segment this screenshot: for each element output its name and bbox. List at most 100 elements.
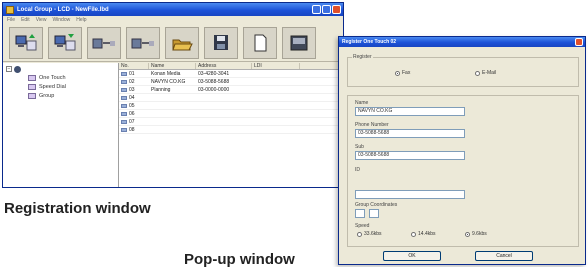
- new-button[interactable]: [243, 26, 277, 59]
- transfer-button[interactable]: [87, 26, 121, 59]
- entry-icon: [121, 71, 127, 76]
- maximize-button[interactable]: [322, 5, 331, 14]
- sub-label: Sub: [355, 144, 364, 150]
- group-coordinate-y-field[interactable]: [369, 209, 379, 218]
- sub-field[interactable]: 03-5088-5688: [355, 151, 465, 160]
- save-button[interactable]: [204, 26, 238, 59]
- upload-button[interactable]: [9, 26, 43, 59]
- menu-edit[interactable]: Edit: [21, 17, 30, 23]
- table-row[interactable]: 03 Planning 03-0000-0000: [119, 86, 343, 94]
- name-label: Name: [355, 100, 369, 106]
- menu-window[interactable]: Window: [52, 17, 70, 23]
- speed-label: Speed: [355, 223, 370, 229]
- phone-field[interactable]: 03-5088-5688: [355, 129, 465, 138]
- table-row[interactable]: 05: [119, 102, 343, 110]
- row-number: 01: [129, 70, 135, 77]
- radio-speed-14-indicator[interactable]: [411, 231, 416, 237]
- open-button[interactable]: [165, 26, 199, 59]
- row-number: 05: [129, 102, 135, 109]
- entry-icon: [121, 87, 127, 92]
- row-address: 03-4280-3041: [198, 71, 230, 77]
- radio-fax-label: Fax: [402, 70, 411, 76]
- row-number: 07: [129, 118, 135, 125]
- menu-view[interactable]: View: [36, 17, 47, 23]
- radio-fax-indicator[interactable]: [395, 70, 400, 76]
- tree-root[interactable]: −: [6, 65, 115, 73]
- radio-email[interactable]: E-Mail: [475, 70, 496, 76]
- list-header: No. Name Address LDI: [119, 63, 343, 70]
- floppy-disk-icon: [214, 34, 228, 50]
- caption-popup-window: Pop-up window: [184, 251, 295, 267]
- table-row[interactable]: 08: [119, 126, 343, 134]
- radio-speed-33-label: 33.6kbs: [364, 231, 382, 237]
- radio-speed-9-label: 9.6kbs: [472, 231, 487, 237]
- table-row[interactable]: 01 Konan Media 03-4280-3041: [119, 70, 343, 78]
- entry-icon: [121, 119, 127, 124]
- row-number: 02: [129, 78, 135, 85]
- folder-open-icon: [172, 39, 193, 50]
- settings-button[interactable]: [282, 26, 316, 59]
- register-group: Register: [347, 54, 579, 87]
- title-bar: Local Group - LCD - NewFile.lbd: [3, 3, 343, 16]
- table-row[interactable]: 07: [119, 118, 343, 126]
- row-number: 06: [129, 110, 135, 117]
- address-list: No. Name Address LDI 01 Konan Media 03-4…: [119, 63, 343, 187]
- menu-help[interactable]: Help: [76, 17, 86, 23]
- row-address: 03-0000-0000: [198, 87, 230, 93]
- row-address: 03-5088-5688: [198, 79, 230, 85]
- column-header-ldi[interactable]: LDI: [252, 63, 300, 69]
- one-touch-icon: [28, 74, 36, 81]
- ok-button[interactable]: OK: [383, 251, 441, 261]
- registration-window: Local Group - LCD - NewFile.lbd File Edi…: [2, 2, 344, 188]
- tree-item-one-touch[interactable]: One Touch: [6, 73, 115, 82]
- download-button[interactable]: [48, 26, 82, 59]
- close-button[interactable]: [332, 5, 341, 14]
- app-icon: [6, 5, 14, 14]
- entry-icon: [121, 103, 127, 108]
- radio-email-indicator[interactable]: [475, 70, 480, 76]
- column-header-name[interactable]: Name: [149, 63, 196, 69]
- row-name: Planning: [151, 87, 171, 93]
- radio-speed-33[interactable]: 33.6kbs: [357, 231, 382, 237]
- name-field[interactable]: NAVYN CO.KG: [355, 107, 465, 116]
- popup-close-button[interactable]: [575, 38, 583, 46]
- menu-file[interactable]: File: [7, 17, 15, 23]
- cancel-button[interactable]: Cancel: [475, 251, 533, 261]
- minimize-button[interactable]: [312, 5, 321, 14]
- group-icon: [28, 92, 36, 99]
- group-coordinate-x-field[interactable]: [355, 209, 365, 218]
- table-row[interactable]: 04: [119, 94, 343, 102]
- collapse-icon[interactable]: −: [6, 66, 12, 72]
- tree-item-label: Speed Dial: [39, 83, 66, 90]
- radio-fax[interactable]: Fax: [395, 70, 410, 76]
- details-group: [347, 95, 579, 247]
- tree-item-label: Group: [39, 92, 55, 99]
- radio-speed-14-label: 14.4kbs: [418, 231, 436, 237]
- tree-pane: − One Touch Speed Dial Group: [3, 63, 119, 187]
- row-name: Konan Media: [151, 71, 181, 77]
- radio-speed-9[interactable]: 9.6kbs: [465, 231, 487, 237]
- computer-download-icon: [54, 33, 76, 50]
- caption-registration-window: Registration window: [4, 200, 151, 217]
- table-row[interactable]: 02 NAVYN CO.KG 03-5088-5688: [119, 78, 343, 86]
- group-coordinates-label: Group Coordinates: [355, 202, 398, 208]
- device-transfer-icon: [92, 38, 115, 48]
- device-settings-icon: [290, 35, 308, 50]
- column-header-address[interactable]: Address: [196, 63, 252, 69]
- radio-speed-9-indicator[interactable]: [465, 231, 470, 237]
- table-row[interactable]: 06: [119, 110, 343, 118]
- group-root-icon: [14, 65, 21, 73]
- id-field[interactable]: [355, 190, 465, 199]
- row-number: 08: [129, 126, 135, 133]
- row-number: 04: [129, 94, 135, 101]
- radio-speed-33-indicator[interactable]: [357, 231, 362, 237]
- tree-item-label: One Touch: [39, 74, 66, 81]
- popup-window: Register One Touch 02 Register Fax E-Mai…: [338, 36, 586, 265]
- column-header-no[interactable]: No.: [119, 63, 149, 69]
- entry-icon: [121, 95, 127, 100]
- tree-item-group[interactable]: Group: [6, 91, 115, 100]
- receive-button[interactable]: [126, 26, 160, 59]
- device-receive-icon: [131, 38, 154, 48]
- tree-item-speed-dial[interactable]: Speed Dial: [6, 82, 115, 91]
- radio-speed-14[interactable]: 14.4kbs: [411, 231, 436, 237]
